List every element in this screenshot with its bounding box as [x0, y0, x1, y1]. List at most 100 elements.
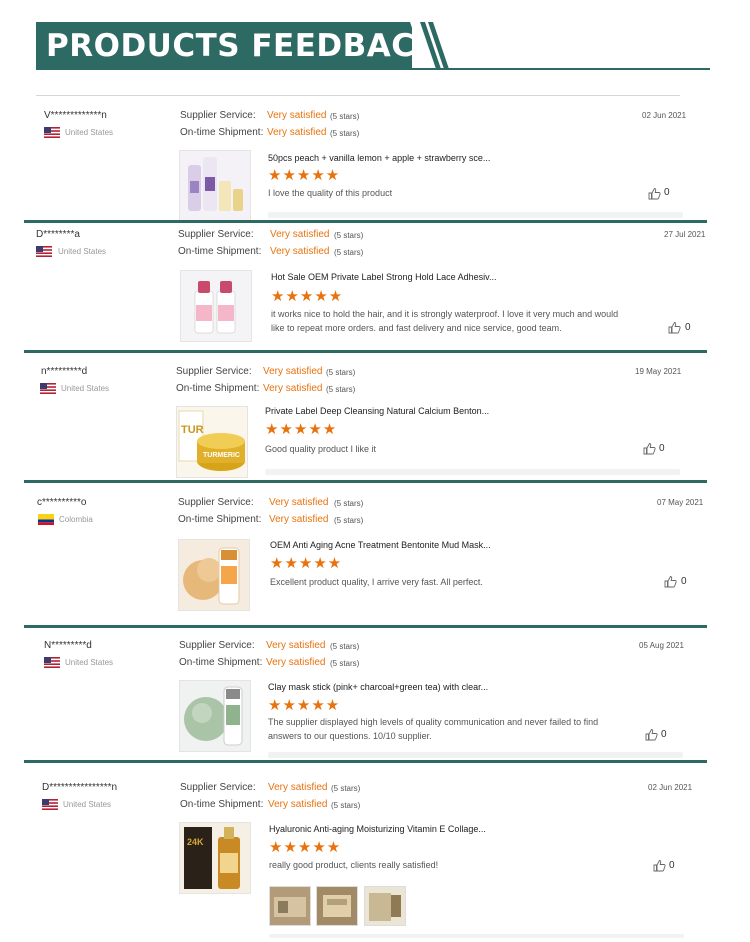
review-photo[interactable] [316, 886, 358, 926]
reply-bar [265, 469, 680, 475]
review-comment: I love the quality of this product [268, 188, 393, 198]
review-separator [24, 760, 707, 763]
us-flag-icon [36, 246, 52, 257]
review-photo[interactable] [269, 886, 311, 926]
review-photo[interactable] [364, 886, 406, 926]
product-thumbnail[interactable]: TUR TURMERIC [176, 406, 248, 478]
supplier-service-rating: Very satisfied [269, 497, 329, 508]
review-comment: it works nice to hold the hair, and it i… [271, 309, 619, 333]
supplier-service-rating: Very satisfied [270, 229, 330, 240]
shipment-label: On-time Shipment: [179, 657, 263, 668]
like-count: 0 [669, 860, 675, 871]
supplier-service-rating: Very satisfied [263, 366, 323, 377]
supplier-service-label: Supplier Service: [178, 229, 254, 240]
shipment-label: On-time Shipment: [176, 383, 260, 394]
product-thumbnail[interactable] [179, 680, 251, 752]
shipment-stars: (5 stars) [330, 129, 360, 138]
supplier-service-label: Supplier Service: [178, 497, 254, 508]
reviewer-country: United States [63, 800, 112, 809]
supplier-service-stars: (5 stars) [334, 499, 364, 508]
product-thumbnail[interactable] [178, 539, 250, 611]
like-count: 0 [659, 443, 665, 454]
supplier-service-stars: (5 stars) [330, 112, 360, 121]
thumbs-up-icon[interactable] [645, 728, 658, 741]
shipment-label: On-time Shipment: [180, 127, 264, 138]
shipment-rating: Very satisfied [267, 127, 327, 138]
review-date: 02 Jun 2021 [642, 111, 687, 120]
product-name[interactable]: Hyaluronic Anti-aging Moisturizing Vitam… [269, 824, 486, 834]
page-title: PRODUCTS FEEDBACK [46, 28, 440, 64]
shipment-stars: (5 stars) [331, 801, 361, 810]
reviewer-country: United States [58, 247, 107, 256]
product-thumbnail[interactable] [180, 270, 252, 342]
rating-stars: ★★★★★ [269, 839, 342, 856]
like-count: 0 [681, 576, 687, 587]
supplier-service-stars: (5 stars) [334, 231, 364, 240]
review-date: 27 Jul 2021 [664, 230, 706, 239]
shipment-stars: (5 stars) [326, 385, 356, 394]
review-comment: Good quality product I like it [265, 444, 377, 454]
shipment-stars: (5 stars) [334, 248, 364, 257]
thumbs-up-icon[interactable] [653, 859, 666, 872]
reviewer-name: D****************n [42, 782, 118, 793]
reviewer-name: D********a [36, 229, 80, 240]
supplier-service-stars: (5 stars) [330, 642, 360, 651]
banner-slashes-icon [410, 22, 449, 69]
thumbs-up-icon[interactable] [648, 187, 661, 200]
rating-stars: ★★★★★ [271, 288, 344, 305]
shipment-label: On-time Shipment: [178, 514, 262, 525]
svg-text:TURMERIC: TURMERIC [203, 452, 240, 459]
reviewer-name: N*********d [44, 640, 92, 651]
supplier-service-label: Supplier Service: [176, 366, 252, 377]
supplier-service-rating: Very satisfied [268, 782, 328, 793]
product-name[interactable]: OEM Anti Aging Acne Treatment Bentonite … [270, 540, 491, 550]
thumbs-up-icon[interactable] [664, 575, 677, 588]
us-flag-icon [40, 383, 56, 394]
shipment-rating: Very satisfied [263, 383, 323, 394]
supplier-service-label: Supplier Service: [179, 640, 255, 651]
review-date: 02 Jun 2021 [648, 783, 693, 792]
rating-stars: ★★★★★ [268, 697, 341, 714]
shipment-rating: Very satisfied [266, 657, 326, 668]
reviewer-name: n*********d [41, 366, 88, 377]
product-name[interactable]: Clay mask stick (pink+ charcoal+green te… [268, 682, 488, 692]
like-count: 0 [664, 187, 670, 198]
review-date: 05 Aug 2021 [639, 641, 684, 650]
shipment-stars: (5 stars) [334, 516, 364, 525]
like-count: 0 [661, 729, 667, 740]
supplier-service-label: Supplier Service: [180, 782, 256, 793]
rating-stars: ★★★★★ [270, 555, 343, 572]
product-thumbnail[interactable]: 24K [179, 822, 251, 894]
shipment-stars: (5 stars) [330, 659, 360, 668]
review-separator [24, 480, 707, 483]
shipment-rating: Very satisfied [270, 246, 330, 257]
reviewer-name: V*************n [44, 110, 107, 121]
shipment-rating: Very satisfied [268, 799, 328, 810]
reply-bar [268, 752, 683, 758]
reviewer-country: United States [65, 128, 114, 137]
supplier-service-rating: Very satisfied [266, 640, 326, 651]
supplier-service-stars: (5 stars) [331, 784, 361, 793]
product-name[interactable]: Hot Sale OEM Private Label Strong Hold L… [271, 272, 496, 282]
product-name[interactable]: Private Label Deep Cleansing Natural Cal… [265, 406, 489, 416]
supplier-service-label: Supplier Service: [180, 110, 256, 121]
review-comment: Excellent product quality, I arrive very… [270, 577, 483, 587]
thumbs-up-icon[interactable] [643, 442, 656, 455]
review-separator [24, 220, 707, 223]
us-flag-icon [44, 127, 60, 138]
svg-text:24K: 24K [187, 837, 204, 847]
thumbs-up-icon[interactable] [668, 321, 681, 334]
reply-bar [268, 212, 683, 218]
review-comment: really good product, clients really sati… [269, 860, 439, 870]
banner-underline [36, 68, 710, 70]
product-thumbnail[interactable] [179, 150, 251, 222]
shipment-rating: Very satisfied [269, 514, 329, 525]
rating-stars: ★★★★★ [265, 421, 338, 438]
product-name[interactable]: 50pcs peach + vanilla lemon + apple + st… [268, 153, 490, 163]
top-divider [36, 95, 680, 96]
review-separator [24, 625, 707, 628]
reviewer-name: c**********o [37, 497, 87, 508]
reviewer-country: United States [65, 658, 114, 667]
reviewer-country: United States [61, 384, 110, 393]
supplier-service-rating: Very satisfied [267, 110, 327, 121]
